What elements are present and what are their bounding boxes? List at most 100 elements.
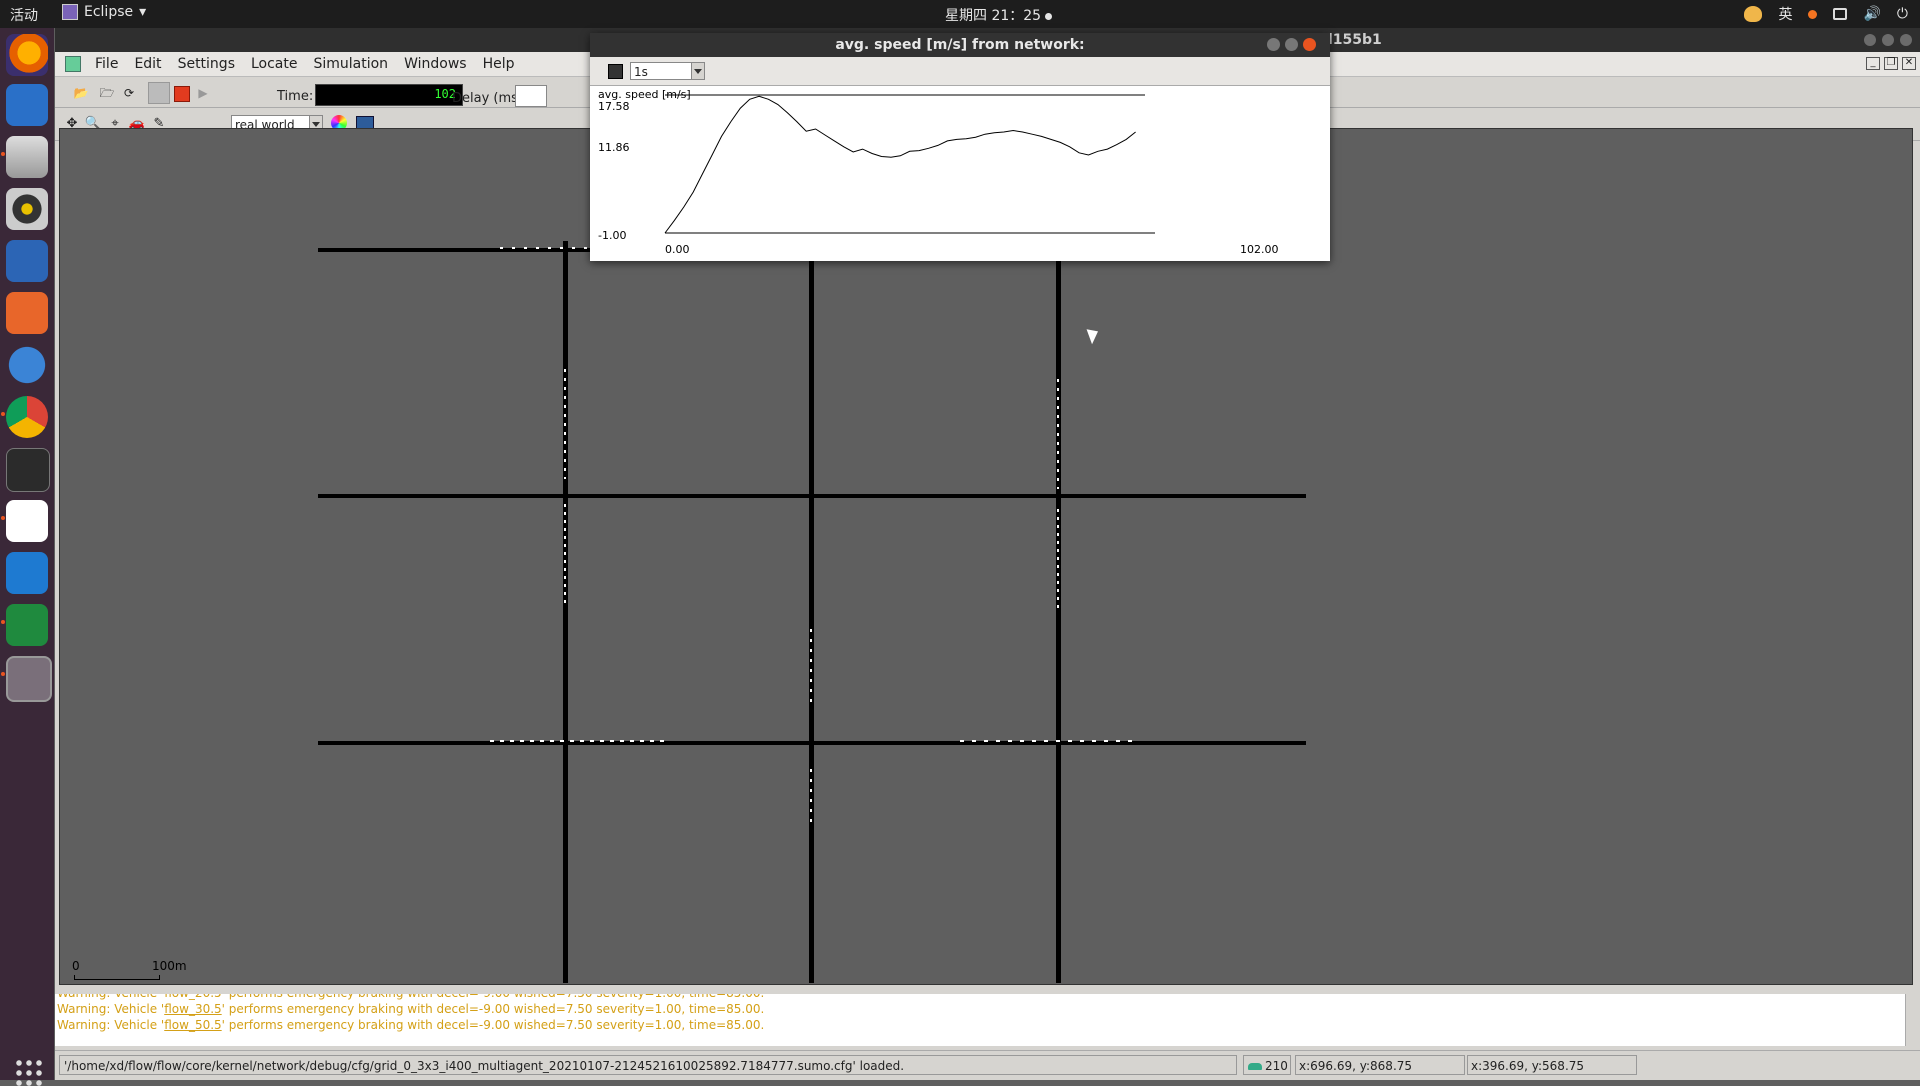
power-icon[interactable]: ⏻ — [1897, 6, 1908, 22]
vehicle-queue — [490, 740, 670, 742]
open-simulation-icon[interactable]: 📂 — [70, 82, 92, 104]
system-tray: 英 🔊 ⏻ — [1744, 4, 1908, 24]
dock — [0, 28, 54, 1086]
y-tick-label-min: -1.00 — [598, 229, 626, 242]
window-title: l155b1 — [1328, 32, 1382, 48]
pdf-viewer-icon[interactable] — [6, 500, 48, 542]
rhythmbox-icon[interactable] — [6, 188, 48, 230]
firefox-icon[interactable] — [6, 34, 48, 76]
activities-button[interactable]: 活动 — [10, 5, 38, 25]
stop-icon — [174, 86, 190, 102]
run-button[interactable] — [148, 82, 170, 104]
mdi-minimize-icon[interactable]: _ — [1866, 57, 1880, 70]
vehicle-queue — [564, 504, 566, 604]
vehicle-count: 210 — [1243, 1055, 1291, 1075]
menu-windows[interactable]: Windows — [396, 56, 475, 72]
road-v-right — [1056, 241, 1061, 983]
vehicle-queue — [960, 740, 1140, 742]
chart-window-title[interactable]: avg. speed [m/s] from network: — [590, 33, 1330, 57]
menu-settings[interactable]: Settings — [170, 56, 243, 72]
chart-close-icon[interactable] — [1303, 38, 1316, 51]
update-indicator-icon[interactable] — [1808, 9, 1818, 19]
menu-edit[interactable]: Edit — [126, 56, 169, 72]
reload-icon[interactable]: ⟳ — [118, 82, 140, 104]
clock[interactable]: 星期四 21：25 — [945, 5, 1053, 25]
terminal-icon[interactable] — [6, 448, 50, 492]
x-tick-label-max: 102.00 — [1240, 243, 1279, 256]
gnome-top-bar: 活动 Eclipse ▾ 星期四 21：25 英 🔊 ⏻ — [0, 0, 1920, 28]
minimize-window-icon[interactable] — [1864, 34, 1876, 46]
time-label: Time: — [277, 89, 314, 104]
open-network-icon[interactable]: 🗁 — [96, 82, 118, 104]
help-icon[interactable] — [6, 344, 48, 386]
show-applications-icon[interactable] — [14, 1058, 42, 1086]
message-line: Warning: Vehicle 'flow_50.5' performs em… — [57, 1018, 765, 1032]
chart-maximize-icon[interactable] — [1285, 38, 1298, 51]
network-icon[interactable] — [1833, 8, 1848, 20]
mdi-restore-icon[interactable]: ❐ — [1884, 57, 1898, 70]
status-message: '/home/xd/flow/flow/core/kernel/network/… — [59, 1055, 1237, 1075]
y-tick-label-max: 17.58 — [598, 100, 630, 113]
cat-icon[interactable] — [1744, 6, 1763, 22]
vehicle-queue — [1057, 509, 1059, 609]
vehicle-queue — [1057, 379, 1059, 489]
menu-simulation[interactable]: Simulation — [305, 56, 396, 72]
y-tick-label-mid: 11.86 — [598, 141, 630, 154]
app-menu[interactable]: Eclipse ▾ — [62, 4, 146, 20]
close-window-icon[interactable] — [1900, 34, 1912, 46]
chart-toolbar: 1s — [590, 57, 1330, 86]
aggregation-interval-value: 1s — [634, 65, 648, 79]
sumo-gui-icon[interactable] — [6, 656, 52, 702]
notification-dot-icon — [1045, 12, 1053, 20]
avg-speed-chart: avg. speed [m/s] 17.58 11.86 -1.00 0.00 … — [590, 86, 1330, 261]
vehicle-queue — [810, 769, 812, 829]
chrome-icon[interactable] — [6, 396, 48, 438]
netedit-icon[interactable] — [6, 604, 48, 646]
x-tick-label-min: 0.00 — [665, 243, 690, 256]
message-scrollbar[interactable] — [1905, 994, 1920, 1046]
vscode-icon[interactable] — [6, 552, 48, 594]
mouse-cursor-icon — [1086, 325, 1102, 345]
app-menu-label: Eclipse — [84, 4, 134, 20]
avg-speed-series-line — [664, 95, 1136, 234]
scale-bar — [74, 975, 160, 980]
thunderbird-icon[interactable] — [6, 84, 48, 126]
volume-icon[interactable]: 🔊 — [1863, 6, 1880, 22]
mdi-close-icon[interactable]: ✕ — [1902, 57, 1916, 70]
vehicle-queue — [810, 629, 812, 709]
chart-minimize-icon[interactable] — [1267, 38, 1280, 51]
car-icon — [1248, 1063, 1262, 1070]
scale-start-label: 0 — [72, 959, 80, 973]
geo-coordinates: x:396.69, y:568.75 — [1467, 1055, 1637, 1075]
chevron-down-icon — [691, 63, 704, 79]
maximize-window-icon[interactable] — [1882, 34, 1894, 46]
files-icon[interactable] — [6, 136, 48, 178]
vehicle-queue — [564, 369, 566, 479]
clock-label: 星期四 21：25 — [945, 8, 1042, 24]
delay-input[interactable] — [515, 85, 547, 107]
message-window[interactable]: Warning: Vehicle 'flow_20.5' performs em… — [55, 994, 1905, 1046]
menu-help[interactable]: Help — [475, 56, 523, 72]
scale-end-label: 100m — [152, 959, 187, 973]
writer-icon[interactable] — [6, 240, 48, 282]
chevron-down-icon: ▾ — [139, 4, 147, 20]
step-button[interactable]: ▶ — [192, 82, 214, 104]
avg-speed-chart-window: avg. speed [m/s] from network: 1s avg. s… — [590, 33, 1330, 261]
vehicle-link[interactable]: flow_30.5 — [164, 1002, 221, 1016]
stop-button[interactable] — [170, 82, 192, 104]
status-bar: '/home/xd/flow/flow/core/kernel/network/… — [55, 1050, 1920, 1079]
message-line: Warning: Vehicle 'flow_30.5' performs em… — [57, 1002, 765, 1016]
vehicle-link[interactable]: flow_50.5 — [164, 1018, 221, 1032]
cursor-coordinates: x:696.69, y:868.75 — [1295, 1055, 1465, 1075]
view-window-icon[interactable] — [65, 56, 81, 72]
software-center-icon[interactable] — [6, 292, 48, 334]
road-v-center — [809, 241, 814, 983]
time-display: 102 — [315, 84, 463, 106]
eclipse-icon — [62, 4, 78, 20]
aggregation-interval-select[interactable]: 1s — [630, 62, 705, 80]
save-icon[interactable] — [608, 64, 623, 79]
message-line: Warning: Vehicle 'flow_20.5' performs em… — [55, 994, 1905, 1002]
menu-locate[interactable]: Locate — [243, 56, 306, 72]
menu-file[interactable]: File — [87, 56, 126, 72]
input-method-indicator[interactable]: 英 — [1778, 4, 1792, 24]
